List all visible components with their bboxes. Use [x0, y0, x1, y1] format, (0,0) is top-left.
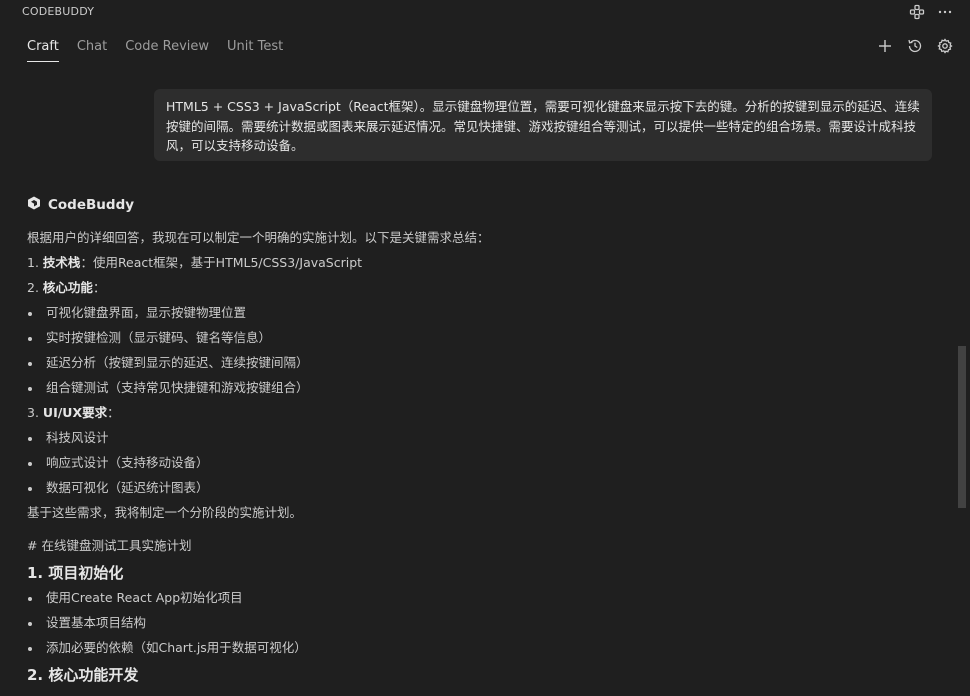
history-icon[interactable]: [906, 37, 924, 55]
add-icon[interactable]: [876, 37, 894, 55]
settings-icon[interactable]: [936, 37, 954, 55]
list-number: 3.: [27, 405, 39, 420]
section-heading: 1. 项目初始化: [27, 564, 124, 582]
tab-code-review[interactable]: Code Review: [125, 38, 209, 62]
list-item-ui-ux: 3. UI/UX要求：: [27, 403, 947, 428]
bullet-item: 科技风设计: [27, 428, 947, 453]
tab-chat[interactable]: Chat: [77, 38, 107, 62]
bullet-item: 响应式设计（支持移动设备）: [27, 453, 947, 478]
tab-bar: Craft Chat Code Review Unit Test: [27, 38, 283, 64]
bullet-item: 使用Create React App初始化项目: [27, 588, 947, 613]
section-heading: 2. 核心功能开发: [27, 666, 139, 684]
title-bar: CODEBUDDY: [0, 0, 970, 24]
list-label: UI/UX要求: [42, 405, 108, 420]
plan-title: # 在线键盘测试工具实施计划: [27, 538, 192, 553]
intro-text: 根据用户的详细回答，我现在可以制定一个明确的实施计划。以下是关键需求总结：: [27, 230, 490, 245]
list-number: 1.: [27, 255, 39, 270]
list-text: ：使用React框架，基于HTML5/CSS3/JavaScript: [80, 255, 363, 270]
list-item-core-features: 2. 核心功能：: [27, 278, 947, 303]
list-label: 技术栈: [42, 255, 81, 270]
app-title: CODEBUDDY: [22, 5, 95, 18]
list-item-tech-stack: 1. 技术栈：使用React框架，基于HTML5/CSS3/JavaScript: [27, 253, 947, 278]
tab-actions: [876, 37, 954, 55]
list-colon: ：: [92, 280, 106, 295]
more-icon[interactable]: [936, 3, 954, 21]
list-label: 核心功能: [42, 280, 93, 295]
assistant-message: 根据用户的详细回答，我现在可以制定一个明确的实施计划。以下是关键需求总结： 1.…: [27, 228, 947, 690]
bullet-item: 添加必要的依赖（如Chart.js用于数据可视化）: [27, 638, 947, 663]
assistant-name: CodeBuddy: [48, 196, 135, 213]
codebuddy-panel: CODEBUDDY Craft Chat Code Review Unit Te…: [0, 0, 970, 696]
bullet-item: 设置基本项目结构: [27, 613, 947, 638]
bullet-item: 实时按键检测（显示键码、键名等信息）: [27, 328, 947, 353]
extensions-icon[interactable]: [908, 3, 926, 21]
user-message-bubble: HTML5 + CSS3 + JavaScript（React框架）。显示键盘物…: [154, 89, 932, 161]
list-number: 2.: [27, 280, 39, 295]
assistant-header: CodeBuddy: [27, 195, 134, 214]
list-colon: ：: [107, 405, 120, 420]
tab-craft[interactable]: Craft: [27, 38, 59, 62]
tab-unit-test[interactable]: Unit Test: [227, 38, 283, 62]
summary-text: 基于这些需求，我将制定一个分阶段的实施计划。: [27, 505, 303, 520]
title-actions: [908, 3, 954, 21]
codebuddy-logo-icon: [27, 195, 41, 214]
bullet-item: 数据可视化（延迟统计图表）: [27, 478, 947, 503]
user-message-text: HTML5 + CSS3 + JavaScript（React框架）。显示键盘物…: [166, 99, 920, 153]
bullet-item: 可视化键盘界面，显示按键物理位置: [27, 303, 947, 328]
bullet-item: 组合键测试（支持常见快捷键和游戏按键组合）: [27, 378, 947, 403]
scrollbar-thumb[interactable]: [958, 346, 966, 508]
bullet-item: 延迟分析（按键到显示的延迟、连续按键间隔）: [27, 353, 947, 378]
